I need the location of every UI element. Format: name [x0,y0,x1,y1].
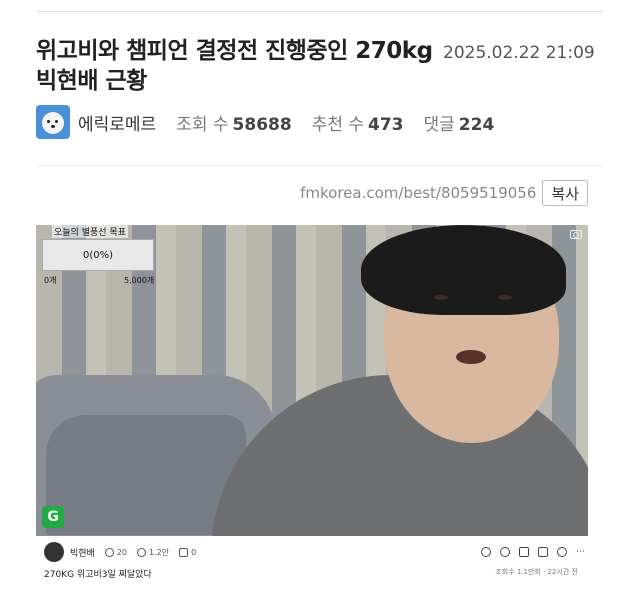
streamer-name[interactable]: 빅현배 [70,546,95,559]
clip-meta: 조회수 1.1만회 · 22시간 전 [495,568,578,576]
location-icon[interactable] [481,547,491,557]
person-eye [434,295,448,300]
streamer-avatar[interactable] [44,542,64,562]
author-name[interactable]: 에릭로메르 [78,110,156,135]
author-row: 에릭로메르 조회 수 58688 추천 수 473 댓글 224 [36,104,494,140]
person-mouth [456,350,486,364]
avatar-eye-icon [47,120,50,123]
eye-icon [137,547,147,557]
clip-caption: 270KG 위고비3일 찌달았다 [44,570,152,580]
comments-label: 댓글 [423,114,455,135]
comment-icon [104,547,114,557]
goal-progress-bar: 0(0%) [42,239,154,271]
url-row: fmkorea.com/best/8059519056 복사 [300,180,588,206]
author-avatar[interactable] [36,105,70,139]
copy-url-button[interactable]: 복사 [542,180,588,206]
top-divider [36,11,604,12]
comments-count: 224 [458,114,495,135]
share-icon[interactable] [557,547,567,557]
post-title: 위고비와 챔피언 결정전 진행중인 270kg 빅현배 근황 [36,38,433,94]
person-hair [361,225,566,315]
recommend-label: 추천 수 [311,114,365,135]
avatar-eye-icon [55,120,58,123]
captions-icon[interactable] [519,547,529,557]
post-url[interactable]: fmkorea.com/best/8059519056 [300,184,536,202]
thumbs-up-icon [179,547,189,557]
goal-min: 0개 [44,276,57,285]
clip-info-row: 빅현배 20 1.2만 0 ⋯ [36,540,588,564]
views-label: 조회 수 [176,114,229,135]
like-pill[interactable]: 0 [179,547,197,557]
goal-max: 5,000개 [124,276,155,285]
embedded-video[interactable]: 오늘의 별풍선 목표 0(0%) 0개 5,000개 G [36,225,588,536]
more-icon[interactable]: ⋯ [576,547,588,557]
bookmark-icon[interactable] [538,547,548,557]
clip-actions: ⋯ [472,547,588,557]
g-logo-badge: G [42,506,64,528]
comments-stat[interactable]: 댓글 224 [424,110,495,135]
avatar-face-icon [42,112,64,134]
like-count: 0 [191,547,197,557]
comment-count: 20 [116,547,128,557]
comment-count-pill[interactable]: 20 [104,547,128,557]
donation-goal-widget: 오늘의 별풍선 목표 0(0%) 0개 5,000개 [42,225,172,287]
camera-icon [570,230,582,239]
views-count: 58688 [232,114,292,135]
recommend-count: 473 [368,114,404,135]
avatar-nose-icon [51,125,55,128]
post-date: 2025.02.22 21:09 [443,43,595,63]
chat-icon[interactable] [500,547,510,557]
view-count-pill: 1.2만 [137,547,169,558]
header-divider [36,165,604,166]
view-count: 1.2만 [149,547,170,557]
views-stat: 조회 수 58688 [176,110,291,135]
goal-title: 오늘의 별풍선 목표 [52,225,128,238]
person-eye [498,295,512,300]
recommend-stat: 추천 수 473 [312,110,404,135]
